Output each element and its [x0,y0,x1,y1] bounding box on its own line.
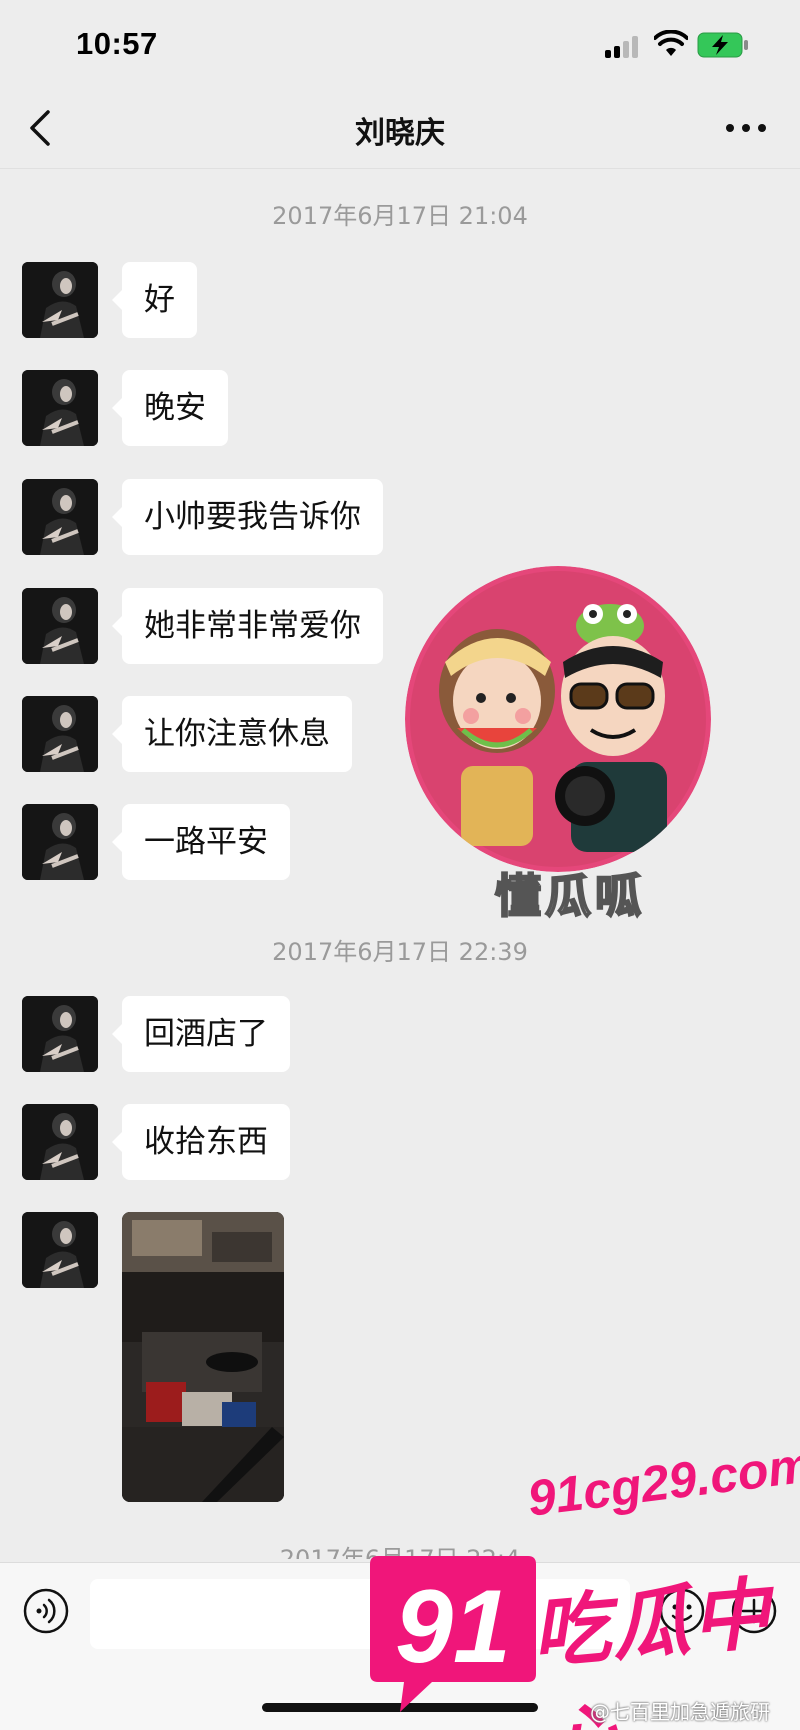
back-button[interactable] [22,106,62,150]
chat-header: 刘晓庆 [0,88,800,169]
message-bubble[interactable]: 收拾东西 [112,1104,290,1180]
credit-watermark: @七百里加急遁旅研 [590,1700,770,1724]
message-bubble[interactable]: 好 [112,262,197,338]
avatar[interactable] [22,262,98,338]
avatar[interactable] [22,996,98,1072]
avatar[interactable] [22,804,98,880]
cellular-signal-icon [605,34,643,58]
status-time: 10:57 [76,26,158,61]
avatar[interactable] [22,696,98,772]
watermark-caption: 懂瓜呱 [494,868,645,924]
avatar[interactable] [22,370,98,446]
voice-icon[interactable] [22,1587,70,1635]
message-bubble[interactable]: 回酒店了 [112,996,290,1072]
message-bubble[interactable]: 让你注意休息 [112,696,352,772]
status-bar: 10:57 [0,0,800,88]
promo-badge-text: 91 [395,1569,511,1685]
wifi-icon [654,30,688,56]
avatar[interactable] [22,479,98,555]
contact-name: 刘晓庆 [355,116,445,151]
avatar[interactable] [22,588,98,664]
battery-charging-icon [697,32,748,58]
message-bubble[interactable]: 晚安 [112,370,228,446]
promo-badge-icon: 91 [370,1556,536,1712]
avatar[interactable] [22,1104,98,1180]
message-bubble[interactable]: 一路平安 [112,804,290,880]
avatar[interactable] [22,1212,98,1288]
chat-timestamp: 2017年6月17日 22:39 [272,938,528,966]
chat-timestamp: 2017年6月17日 21:04 [272,202,528,230]
promo-url: 91cg29.com [524,1436,800,1527]
photo-thumbnail[interactable] [122,1212,284,1502]
more-button[interactable] [724,118,768,138]
watermark-logo [405,566,711,872]
message-bubble[interactable]: 她非常非常爱你 [112,588,383,664]
chat-screen: 10:57 刘晓庆 2017年6月17日 21:04 好 晚安 小帅要我告诉你 … [0,0,800,1730]
message-bubble[interactable]: 小帅要我告诉你 [112,479,383,555]
